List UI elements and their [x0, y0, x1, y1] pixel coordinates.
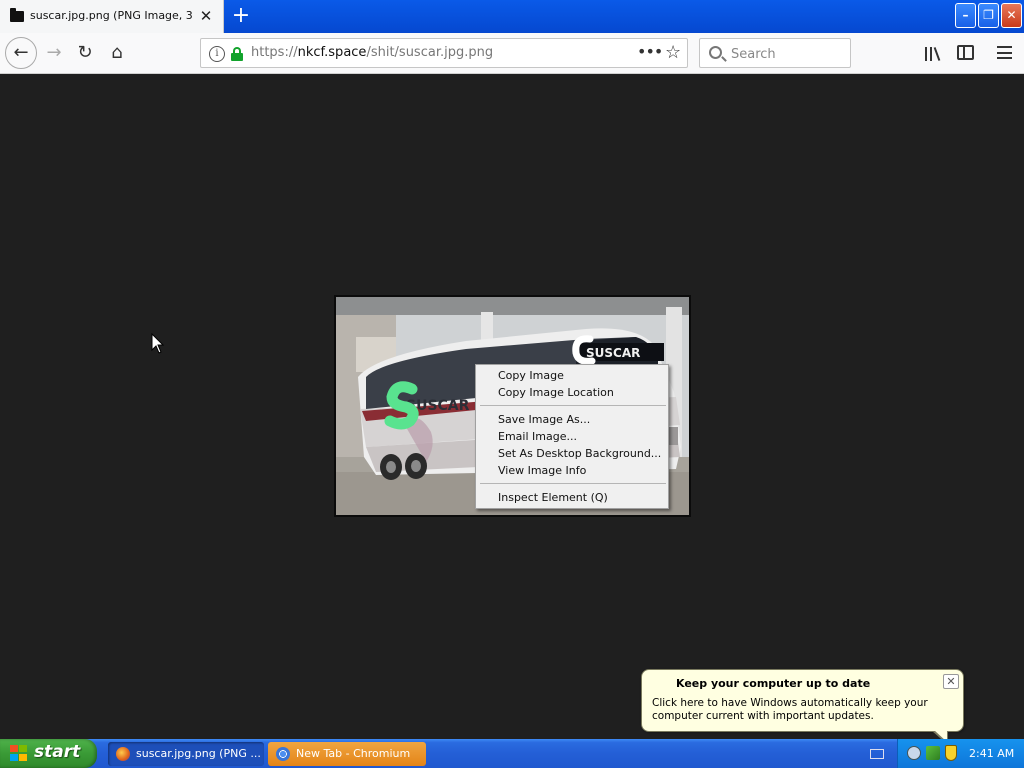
menu-item-set-desktop-background[interactable]: Set As Desktop Background... — [498, 446, 661, 462]
bus-brand-front: SUSCAR — [586, 346, 640, 360]
bookmark-star-icon[interactable]: ☆ — [665, 42, 681, 63]
minimize-button[interactable]: – — [955, 3, 976, 28]
menu-item-copy-image[interactable]: Copy Image — [498, 368, 564, 384]
update-notification-balloon[interactable]: Keep your computer up to date Click here… — [641, 669, 964, 732]
network-icon[interactable] — [926, 746, 940, 760]
notification-title: Keep your computer up to date — [676, 677, 871, 690]
taskbar: start suscar.jpg.png (PNG ... New Tab - … — [0, 739, 1024, 768]
mouse-pointer-icon — [151, 333, 165, 354]
sidebar-toggle-icon[interactable] — [957, 45, 974, 60]
forward-button[interactable]: → — [39, 39, 69, 67]
back-button[interactable]: ← — [5, 37, 37, 69]
page-actions-icon[interactable]: ••• — [637, 42, 663, 61]
folder-icon — [10, 8, 24, 22]
browser-tab[interactable]: suscar.jpg.png (PNG Image, 358 ✕ — [0, 0, 224, 33]
menu-item-inspect-element[interactable]: Inspect Element (Q) — [498, 490, 608, 506]
tab-title: suscar.jpg.png (PNG Image, 358 — [30, 9, 192, 22]
url-bar[interactable]: i https://nkcf.space/shit/suscar.jpg.png… — [200, 38, 688, 68]
menu-separator — [480, 405, 666, 406]
reload-button[interactable]: ↻ — [70, 39, 100, 67]
search-input[interactable] — [731, 45, 841, 63]
taskbar-item-chromium[interactable]: New Tab - Chromium — [268, 742, 426, 766]
chromium-icon — [276, 747, 290, 761]
menu-item-copy-image-location[interactable]: Copy Image Location — [498, 385, 614, 401]
menu-item-email-image[interactable]: Email Image... — [498, 429, 577, 445]
notification-close-icon[interactable]: ✕ — [943, 674, 959, 689]
windows-flag-icon — [10, 745, 28, 762]
url-path: /shit/suscar.jpg.png — [366, 45, 494, 60]
notification-text[interactable]: Click here to have Windows automatically… — [652, 697, 958, 723]
clock[interactable]: 2:41 AM — [969, 747, 1014, 760]
site-info-icon[interactable]: i — [209, 46, 225, 62]
url-prefix: https:// — [251, 45, 298, 60]
taskbar-item-label: suscar.jpg.png (PNG ... — [136, 747, 261, 760]
navigation-toolbar: ← → ↻ ⌂ i https://nkcf.space/shit/suscar… — [0, 33, 1024, 74]
taskbar-item-image-window[interactable]: suscar.jpg.png (PNG ... — [108, 742, 264, 766]
close-window-button[interactable]: ✕ — [1001, 3, 1022, 28]
search-box[interactable] — [699, 38, 851, 68]
restore-button[interactable]: ❐ — [978, 3, 999, 28]
tab-close-icon[interactable]: ✕ — [198, 8, 214, 24]
home-button[interactable]: ⌂ — [102, 39, 132, 67]
menu-item-view-image-info[interactable]: View Image Info — [498, 463, 586, 479]
firefox-icon — [116, 747, 130, 761]
browser-tab-strip: suscar.jpg.png (PNG Image, 358 ✕ + – ❐ ✕ — [0, 0, 1024, 33]
system-tray: 2:41 AM — [897, 739, 1024, 768]
secure-lock-icon[interactable] — [231, 47, 243, 61]
search-icon — [709, 46, 722, 59]
taskbar-item-label: New Tab - Chromium — [296, 747, 411, 760]
library-icon[interactable] — [924, 45, 944, 61]
url-host: nkcf.space — [297, 45, 367, 60]
start-label: start — [34, 742, 81, 762]
hamburger-menu-icon[interactable] — [997, 46, 1012, 59]
volume-icon[interactable] — [907, 746, 921, 760]
new-tab-button[interactable]: + — [229, 4, 253, 28]
keyboard-icon[interactable] — [870, 749, 884, 759]
start-button[interactable]: start — [0, 739, 97, 768]
security-shield-icon[interactable] — [945, 745, 957, 761]
url-text[interactable]: https://nkcf.space/shit/suscar.jpg.png — [251, 45, 493, 60]
menu-separator — [480, 483, 666, 484]
context-menu: Copy Image Copy Image Location Save Imag… — [475, 364, 669, 509]
menu-item-save-image-as[interactable]: Save Image As... — [498, 412, 590, 428]
